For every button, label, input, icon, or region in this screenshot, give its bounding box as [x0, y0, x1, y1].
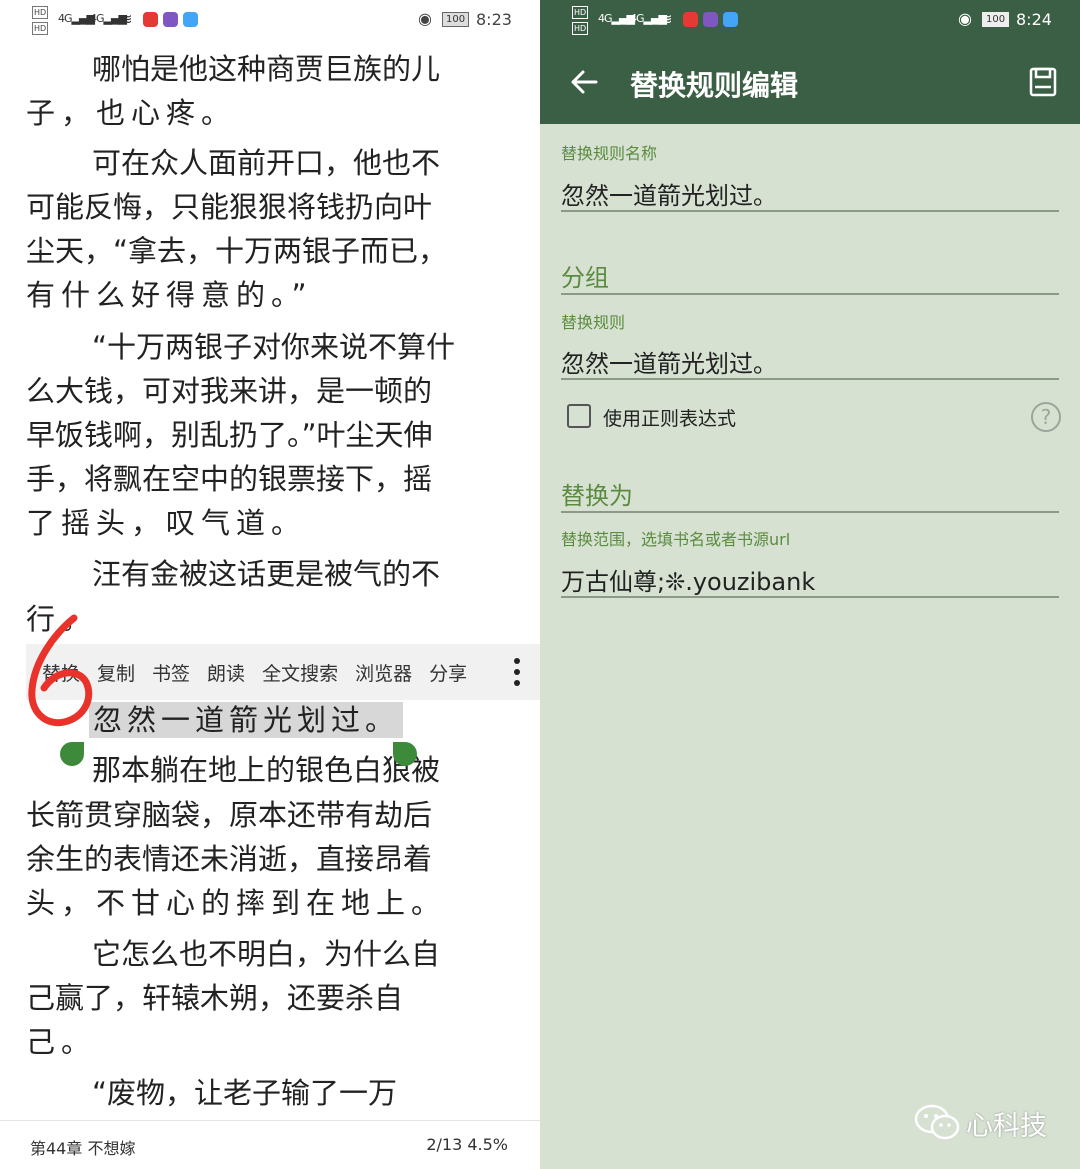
app-notification-icon	[683, 12, 698, 27]
rule-name-value: 忽然一道箭光划过。	[561, 182, 777, 210]
text-line: 己。	[26, 1025, 97, 1059]
regex-checkbox[interactable]	[567, 404, 591, 428]
text-line: “废物，让老子输了一万	[92, 1076, 398, 1110]
text-line: 尘天，“拿去，十万两银子而已，	[26, 234, 448, 268]
text-line: 了摇头，叹气道。	[26, 506, 307, 540]
battery-icon: 100	[442, 12, 470, 27]
text-line: 有什么好得意的。”	[26, 278, 313, 312]
reading-progress: 2/13 4.5%	[426, 1135, 508, 1154]
chapter-title: 第44章 不想嫁	[30, 1139, 136, 1158]
watermark-text: 心科技	[966, 1111, 1047, 1142]
save-icon[interactable]	[1029, 67, 1057, 97]
wifi-icon: ≋	[660, 10, 673, 28]
wechat-icon	[914, 1104, 960, 1140]
clock: 8:23	[476, 10, 512, 29]
field-underline	[561, 511, 1059, 513]
text-selection-menu: 替换 复制 书签 朗读 全文搜索 浏览器 分享	[26, 644, 540, 700]
wifi-icon: ≋	[120, 10, 133, 28]
app-notification-icon	[723, 12, 738, 27]
annotation-number-6	[28, 614, 93, 727]
status-bar: HD HD 4G▂▄▆ 4G▂▄▆ ≋ ◉ 100 8:23	[0, 0, 540, 40]
hd-badge: HD	[32, 22, 49, 35]
field-underline	[561, 378, 1059, 380]
eye-comfort-icon: ◉	[958, 9, 972, 28]
app-notification-icon	[183, 12, 198, 27]
text-line: 那本躺在地上的银色白狼被	[92, 753, 441, 787]
scope-field[interactable]: 万古仙尊;❊.youzibank	[540, 546, 1080, 600]
text-line: 己赢了，轩辕木朔，还要杀自	[26, 981, 404, 1015]
status-bar: HD HD 4G▂▄▆ 4G▂▄▆ ≋ ◉ 100 8:24	[540, 0, 1080, 40]
menu-item-copy[interactable]: 复制	[97, 659, 135, 686]
text-line: “十万两银子对你来说不算什	[92, 330, 456, 364]
app-bar: HD HD 4G▂▄▆ 4G▂▄▆ ≋ ◉ 100 8:24 替换规则编辑	[540, 0, 1080, 124]
battery-icon: 100	[982, 12, 1010, 27]
signal-icon: 4G▂▄▆	[58, 12, 95, 25]
selection-handle-start[interactable]	[60, 742, 84, 766]
text-line: 余生的表情还未消逝，直接昂着	[26, 842, 433, 876]
hd-badge: HD	[572, 6, 589, 19]
text-line: 子，也心疼。	[26, 96, 237, 130]
reader-screen: HD HD 4G▂▄▆ 4G▂▄▆ ≋ ◉ 100 8:23 哪怕是他这种商贾巨…	[0, 0, 540, 1169]
group-field[interactable]: 分组	[540, 250, 1080, 298]
selected-text[interactable]: 忽然一道箭光划过。	[89, 702, 404, 738]
text-line: 长箭贯穿脑袋，原本还带有劫后	[26, 798, 433, 832]
help-icon[interactable]: ?	[1031, 402, 1061, 432]
text-line: 头，不甘心的摔到在地上。	[26, 886, 447, 920]
menu-item-read-aloud[interactable]: 朗读	[207, 659, 245, 686]
regex-label: 使用正则表达式	[603, 408, 737, 430]
replace-rule-field[interactable]: 忽然一道箭光划过。	[540, 330, 1080, 382]
text-line: 可能反悔，只能狠狠将钱扔向叶	[26, 190, 433, 224]
field-underline	[561, 210, 1059, 212]
replace-with-field[interactable]: 替换为	[540, 468, 1080, 516]
scope-value: 万古仙尊;❊.youzibank	[561, 568, 816, 596]
watermark: 心科技	[912, 1100, 1062, 1144]
text-line: 可在众人面前开口，他也不	[92, 146, 441, 180]
text-line: 哪怕是他这种商贾巨族的儿	[92, 52, 441, 86]
text-line: 早饭钱啊，别乱扔了。”叶尘天伸	[26, 418, 433, 452]
field-underline	[561, 293, 1059, 295]
replace-rule-value: 忽然一道箭光划过。	[561, 350, 777, 378]
rule-editor-screen: HD HD 4G▂▄▆ 4G▂▄▆ ≋ ◉ 100 8:24 替换规则编辑 替换…	[540, 0, 1080, 1169]
app-notification-icon	[703, 12, 718, 27]
hd-badge: HD	[32, 6, 49, 19]
menu-item-bookmark[interactable]: 书签	[152, 659, 190, 686]
selection-handle-end[interactable]	[393, 742, 417, 766]
rule-name-field[interactable]: 忽然一道箭光划过。	[540, 160, 1080, 214]
reader-footer: 第44章 不想嫁 2/13 4.5%	[0, 1120, 540, 1169]
menu-item-browser[interactable]: 浏览器	[355, 659, 412, 686]
clock: 8:24	[1016, 10, 1052, 29]
text-line: 么大钱，可对我来讲，是一顿的	[26, 374, 433, 408]
signal-icon: 4G▂▄▆	[598, 12, 635, 25]
menu-item-share[interactable]: 分享	[429, 659, 467, 686]
eye-comfort-icon: ◉	[418, 9, 432, 28]
field-underline	[561, 596, 1059, 598]
menu-item-fulltext-search[interactable]: 全文搜索	[262, 659, 338, 686]
text-line: 汪有金被这话更是被气的不	[92, 557, 441, 591]
back-arrow-icon[interactable]	[566, 64, 602, 100]
app-notification-icon	[143, 12, 158, 27]
group-hint: 分组	[561, 264, 609, 292]
app-notification-icon	[163, 12, 178, 27]
text-line: 它怎么也不明白，为什么自	[92, 937, 441, 971]
hd-badge: HD	[572, 22, 589, 35]
page-title: 替换规则编辑	[630, 69, 799, 102]
text-line: 手，将飘在空中的银票接下，摇	[26, 462, 433, 496]
more-vert-icon[interactable]	[514, 658, 520, 686]
replace-with-hint: 替换为	[561, 482, 633, 510]
